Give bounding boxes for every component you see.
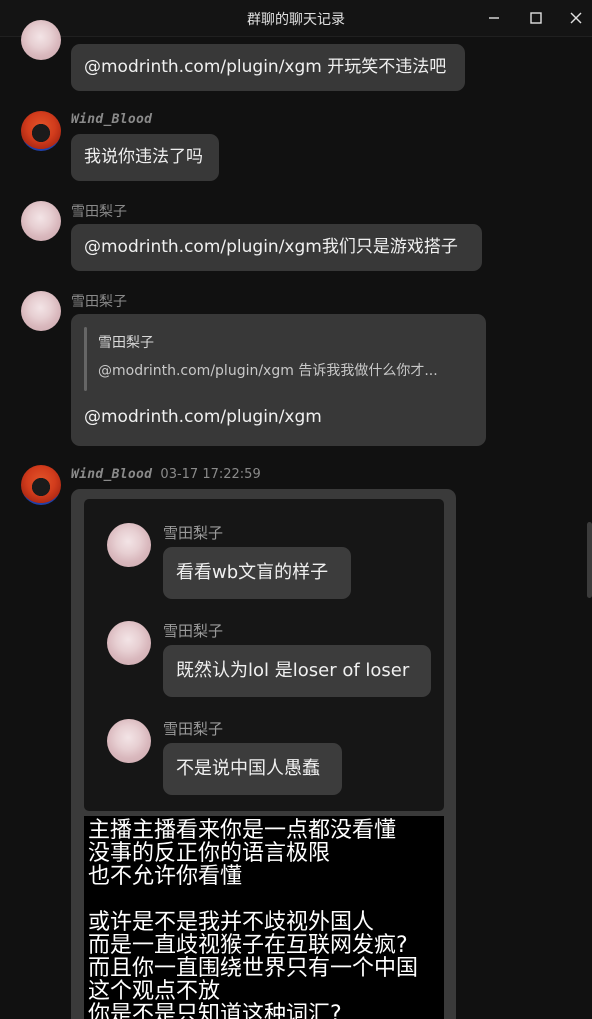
sender-name: 雪田梨子 xyxy=(71,294,127,310)
message-text: @modrinth.com/plugin/xgm我们只是游戏搭子 xyxy=(84,237,458,257)
avatar xyxy=(107,621,151,665)
text-image[interactable]: 主播主播看来你是一点都没看懂 没事的反正你的语言极限 也不允许你看懂 或许是不是… xyxy=(84,816,444,1019)
message-bubble: 既然认为lol 是loser of loser xyxy=(163,645,431,697)
image-text-line: 而是一直歧视猴子在互联网发疯? xyxy=(88,933,408,958)
image-text-line: 你是不是只知道这种词汇? xyxy=(88,1002,342,1019)
quote-bar xyxy=(84,327,87,391)
message-text: 看看wb文盲的样子 xyxy=(176,562,329,583)
sender-name: Wind_Blood 03-17 17:22:59 xyxy=(71,467,261,482)
chat-history-window: 群聊的聊天记录 @modrinth.com/plugin/xgm 开玩笑不违法吧… xyxy=(0,0,592,1019)
message-bubble: 不是说中国人愚蠢 xyxy=(163,743,342,795)
forwarded-message-card[interactable]: 雪田梨子 看看wb文盲的样子 雪田梨子 既然认为lol 是loser of lo… xyxy=(71,489,456,1019)
close-icon[interactable] xyxy=(566,8,586,28)
message-bubble[interactable]: @modrinth.com/plugin/xgm 开玩笑不违法吧 xyxy=(71,44,465,91)
image-text-line: 而且你一直围绕世界只有一个中国 xyxy=(88,956,419,981)
forwarded-chat-screenshot: 雪田梨子 看看wb文盲的样子 雪田梨子 既然认为lol 是loser of lo… xyxy=(84,499,444,811)
sender-name: Wind_Blood xyxy=(71,112,153,127)
sender-name: 雪田梨子 xyxy=(163,524,224,542)
quote-sender: 雪田梨子 xyxy=(98,335,154,351)
image-text-line: 这个观点不放 xyxy=(88,979,221,1004)
message-time: 03-17 17:22:59 xyxy=(160,467,261,482)
quote-text[interactable]: @modrinth.com/plugin/xgm 告诉我我做什么你才... xyxy=(98,360,438,380)
message-bubble-with-quote[interactable]: 雪田梨子 @modrinth.com/plugin/xgm 告诉我我做什么你才.… xyxy=(71,314,486,446)
message-text: 我说你违法了吗 xyxy=(84,147,203,167)
title-bar: 群聊的聊天记录 xyxy=(0,0,592,37)
message-bubble: 看看wb文盲的样子 xyxy=(163,547,351,599)
avatar[interactable] xyxy=(21,201,61,241)
sender-name: 雪田梨子 xyxy=(163,720,224,738)
message-text: @modrinth.com/plugin/xgm 开玩笑不违法吧 xyxy=(84,57,447,77)
avatar xyxy=(107,523,151,567)
message-text: 既然认为lol 是loser of loser xyxy=(176,660,410,681)
avatar xyxy=(107,719,151,763)
avatar[interactable] xyxy=(21,111,61,151)
sender-name: 雪田梨子 xyxy=(71,204,127,220)
minimize-icon[interactable] xyxy=(484,8,504,28)
sender-name: 雪田梨子 xyxy=(163,622,224,640)
avatar[interactable] xyxy=(21,291,61,331)
message-bubble[interactable]: @modrinth.com/plugin/xgm我们只是游戏搭子 xyxy=(71,224,482,271)
image-text-line: 或许是不是我并不歧视外国人 xyxy=(88,910,375,935)
avatar[interactable] xyxy=(21,20,61,60)
message-text: @modrinth.com/plugin/xgm xyxy=(84,407,322,427)
image-text-line: 没事的反正你的语言极限 xyxy=(88,841,331,866)
avatar[interactable] xyxy=(21,465,61,505)
image-text-line: 也不允许你看懂 xyxy=(88,864,243,889)
message-bubble[interactable]: 我说你违法了吗 xyxy=(71,134,219,181)
maximize-icon[interactable] xyxy=(526,8,546,28)
image-text-line: 主播主播看来你是一点都没看懂 xyxy=(88,818,397,843)
scrollbar-thumb[interactable] xyxy=(587,522,592,598)
message-text: 不是说中国人愚蠢 xyxy=(176,758,320,779)
